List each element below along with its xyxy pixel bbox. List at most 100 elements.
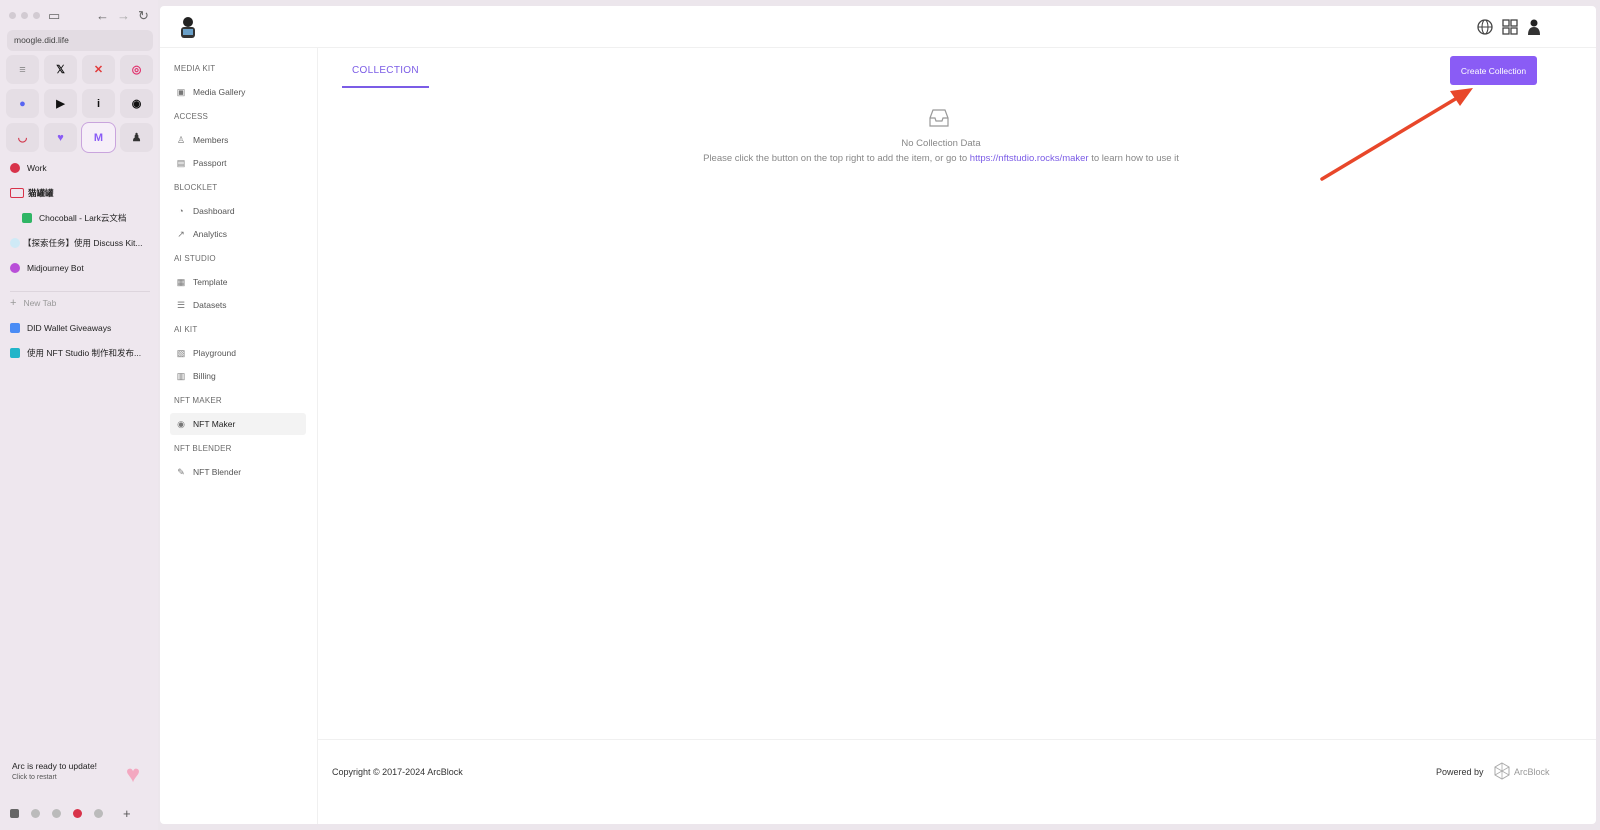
tab-collection[interactable]: COLLECTION xyxy=(342,59,429,88)
space-dot-icon[interactable] xyxy=(73,808,82,818)
nav-item-billing[interactable]: ▥ Billing xyxy=(170,365,306,387)
empty-inbox-icon xyxy=(929,109,949,127)
forward-arrow-icon[interactable]: → xyxy=(117,8,130,23)
tab-discuss-kit[interactable]: 【探索任务】使用 Discuss Kit... xyxy=(10,233,152,253)
favorite-tile[interactable]: i xyxy=(82,89,115,118)
app-header xyxy=(160,6,1596,48)
nav-section-title: AI STUDIO xyxy=(174,254,216,263)
x-twitter-icon: 𝕏 xyxy=(56,64,65,76)
nav-item-label: Billing xyxy=(193,371,216,381)
playground-icon: ▧ xyxy=(176,348,186,358)
nav-item-label: NFT Blender xyxy=(193,467,242,477)
nav-item-nft-maker[interactable]: ◉ NFT Maker xyxy=(170,413,306,435)
close-window-button[interactable] xyxy=(9,12,16,19)
space-dot-icon[interactable] xyxy=(94,808,103,818)
tab-chocoball[interactable]: Chocoball - Lark云文档 xyxy=(22,208,152,228)
nav-item-datasets[interactable]: ☰ Datasets xyxy=(170,294,306,316)
sidebar-app-icon: ≡ xyxy=(19,63,26,76)
space-dot-icon[interactable] xyxy=(31,808,40,818)
tab-label: Chocoball - Lark云文档 xyxy=(39,213,127,223)
reload-icon[interactable]: ↻ xyxy=(138,8,149,24)
favorite-tile[interactable]: 𝕏 xyxy=(44,55,77,84)
tab-work[interactable]: Work xyxy=(10,158,152,178)
nav-item-playground[interactable]: ▧ Playground xyxy=(170,342,306,364)
nav-item-analytics[interactable]: ↗ Analytics xyxy=(170,223,306,245)
minimize-window-button[interactable] xyxy=(21,12,28,19)
folder-maoguanguan[interactable]: 猫罐罐 xyxy=(10,183,152,203)
favorite-tile[interactable]: ✕ xyxy=(82,55,115,84)
nav-item-label: Media Gallery xyxy=(193,87,246,97)
toggle-sidebar-icon[interactable]: ▭ xyxy=(48,8,60,24)
tab-midjourney-bot[interactable]: Midjourney Bot xyxy=(10,258,152,278)
tab-label: 【探索任务】使用 Discuss Kit... xyxy=(23,238,143,248)
midjourney-icon xyxy=(10,263,20,273)
purple-app-icon: ♥ xyxy=(57,131,64,144)
arcblock-logo-icon[interactable] xyxy=(1493,762,1511,780)
favorite-tile[interactable]: ♥ xyxy=(44,123,77,152)
nav-item-members[interactable]: ♙ Members xyxy=(170,129,306,151)
nft-studio-icon xyxy=(10,348,20,358)
favorite-tile[interactable]: ◡ xyxy=(6,123,39,152)
heart-download-icon: ♥ xyxy=(125,761,141,788)
favorite-tile[interactable]: ◎ xyxy=(120,55,153,84)
nav-item-label: Passport xyxy=(193,158,227,168)
update-subtitle: Click to restart xyxy=(12,774,57,781)
tab-nft-studio-guide[interactable]: 使用 NFT Studio 制作和发布... xyxy=(10,343,152,363)
nav-item-media-gallery[interactable]: ▣ Media Gallery xyxy=(170,81,306,103)
nav-section-title: AI KIT xyxy=(174,325,198,334)
tab-did-wallet-giveaways[interactable]: DID Wallet Giveaways xyxy=(10,318,152,338)
datasets-icon: ☰ xyxy=(176,300,186,310)
page-footer: Copyright © 2017-2024 ArcBlock Powered b… xyxy=(318,739,1596,824)
github-icon: ◉ xyxy=(131,98,142,110)
pencil-icon: ✎ xyxy=(177,467,185,477)
update-notice[interactable]: Arc is ready to update! Click to restart… xyxy=(6,756,152,792)
snowflake-icon xyxy=(10,238,20,248)
globe-icon[interactable] xyxy=(1476,18,1494,36)
nav-item-label: Playground xyxy=(193,348,237,358)
new-tab-button[interactable]: + New Tab xyxy=(10,293,152,313)
back-arrow-icon[interactable]: ← xyxy=(96,8,109,23)
mail-app-icon: M xyxy=(93,131,104,144)
arcblock-brand-text: ArcBlock xyxy=(1514,767,1550,777)
update-title: Arc is ready to update! xyxy=(12,761,98,771)
nav-item-label: Dashboard xyxy=(193,206,235,216)
nft-studio-maker-link[interactable]: https://nftstudio.rocks/maker xyxy=(970,153,1089,164)
archive-icon[interactable] xyxy=(10,808,19,818)
user-avatar-icon[interactable] xyxy=(1525,18,1543,36)
empty-desc-after: to learn how to use it xyxy=(1088,153,1179,164)
browser-sidebar: ▭ ← → ↻ moogle.did.life ≡ 𝕏 ✕ ◎ ● ▶ i ◉ ◡ ♥ M ♟ Wor… xyxy=(0,0,158,830)
favorites-grid: ≡ 𝕏 ✕ ◎ ● ▶ i ◉ ◡ ♥ M ♟ xyxy=(6,55,154,152)
add-space-icon[interactable]: + xyxy=(123,806,131,821)
nav-item-nft-blender[interactable]: ✎ NFT Blender xyxy=(170,461,306,483)
passport-icon: ▤ xyxy=(176,158,186,168)
nav-item-label: Datasets xyxy=(193,300,227,310)
nav-item-dashboard[interactable]: ◔ Dashboard xyxy=(170,200,306,222)
nav-section-title: NFT MAKER xyxy=(174,396,222,405)
zoom-window-button[interactable] xyxy=(33,12,40,19)
sidebar-divider xyxy=(10,291,150,292)
favorite-tile[interactable]: ● xyxy=(6,89,39,118)
dashboard-icon: ◔ xyxy=(178,206,184,216)
avatar-logo-icon[interactable] xyxy=(175,15,201,41)
nav-section-title: NFT BLENDER xyxy=(174,444,232,453)
url-bar[interactable]: moogle.did.life xyxy=(7,30,153,51)
template-icon: ▦ xyxy=(176,277,186,287)
side-navigation: MEDIA KIT ▣ Media Gallery ACCESS ♙ Members ▤ Pa… xyxy=(160,48,318,824)
avatar-app-icon: ♟ xyxy=(131,132,142,144)
nav-item-label: Analytics xyxy=(193,229,228,239)
favorite-tile[interactable]: ≡ xyxy=(6,55,39,84)
powered-by-label: Powered by xyxy=(1436,767,1484,777)
nav-item-passport[interactable]: ▤ Passport xyxy=(170,152,306,174)
nav-section-title: MEDIA KIT xyxy=(174,64,216,73)
favorite-tile[interactable]: M xyxy=(82,123,115,152)
favorite-tile[interactable]: ♟ xyxy=(120,123,153,152)
favorite-tile[interactable]: ▶ xyxy=(44,89,77,118)
analytics-icon: ↗ xyxy=(177,229,185,239)
user-icon: ♙ xyxy=(176,135,186,145)
folder-icon xyxy=(10,188,24,198)
space-dot-icon[interactable] xyxy=(52,808,61,818)
nav-item-template[interactable]: ▦ Template xyxy=(170,271,306,293)
space-switcher: + xyxy=(10,806,152,821)
apps-grid-icon[interactable] xyxy=(1501,18,1519,36)
favorite-tile[interactable]: ◉ xyxy=(120,89,153,118)
